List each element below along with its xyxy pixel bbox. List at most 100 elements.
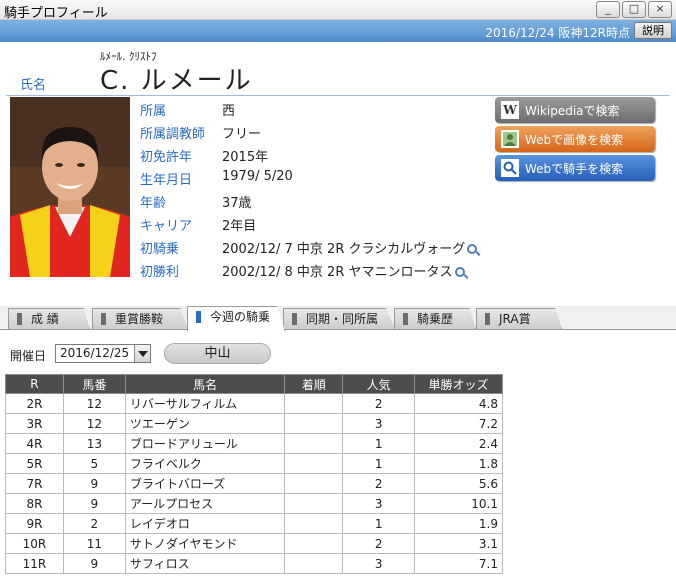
col-finish[interactable]: 着順 (284, 374, 344, 394)
field-value: 37歳 (222, 196, 252, 211)
cell-finish (284, 413, 344, 434)
cell-finish (284, 493, 344, 514)
cell-race: 9R (5, 513, 64, 534)
close-button[interactable]: × (648, 1, 672, 18)
help-button[interactable]: 説明 (634, 22, 672, 39)
cell-finish (284, 433, 344, 454)
wikipedia-search-button[interactable]: W Wikipediaで検索 (495, 97, 655, 123)
date-select[interactable]: 2016/12/25 (55, 344, 151, 363)
wikipedia-search-label: Wikipediaで検索 (525, 103, 620, 118)
cell-race: 4R (5, 433, 64, 454)
tab-ride-history[interactable]: 騎乗歴 (394, 308, 476, 329)
cell-horse-number: 9 (62, 553, 126, 574)
magnifier-icon (501, 159, 519, 177)
tab-jra-award[interactable]: JRA賞 (476, 308, 562, 329)
table-row[interactable]: 2R 12 リバーサルフィルム 2 4.8 (5, 393, 503, 414)
jockey-search-label: Webで騎手を検索 (525, 161, 624, 176)
field-key: 初騎乗 (140, 242, 180, 257)
maximize-button[interactable]: □ (622, 1, 646, 18)
cell-win-odds: 7.2 (414, 413, 503, 434)
cell-horse-name: ブロードアリュール (124, 433, 286, 454)
cell-race: 3R (5, 413, 64, 434)
venue-label[interactable]: 中山 (164, 343, 271, 364)
search-icon[interactable] (467, 244, 478, 254)
table-row[interactable]: 8R 9 アールプロセス 3 10.1 (5, 493, 503, 514)
cell-horse-name: ツエーゲン (124, 413, 286, 434)
table-row[interactable]: 11R 9 サフィロス 3 7.1 (5, 553, 503, 574)
field-key: キャリア (140, 219, 193, 234)
table-row[interactable]: 9R 2 レイデオロ 1 1.9 (5, 513, 503, 534)
col-popularity[interactable]: 人気 (342, 374, 416, 394)
cell-finish (284, 453, 344, 474)
chevron-down-icon[interactable] (134, 345, 150, 362)
field-value: 2002/12/ 8 中京 2R ヤマニンロータス (222, 261, 465, 280)
cell-horse-name: リバーサルフィルム (124, 393, 286, 414)
cell-win-odds: 1.8 (414, 453, 503, 474)
cell-popularity: 3 (342, 493, 416, 514)
tab-marker (101, 313, 106, 325)
cell-finish (284, 553, 344, 574)
date-select-value: 2016/12/25 (60, 346, 130, 360)
cell-win-odds: 3.1 (414, 533, 503, 554)
first-win-text: 2002/12/ 8 中京 2R ヤマニンロータス (222, 265, 453, 280)
image-search-button[interactable]: Webで画像を検索 (495, 126, 655, 152)
cell-popularity: 3 (342, 413, 416, 434)
cell-horse-name: ブライトバローズ (124, 473, 286, 494)
jockey-photo (10, 97, 130, 277)
tab-this-week[interactable]: 今週の騎乗 (187, 306, 285, 331)
cell-horse-number: 13 (62, 433, 126, 454)
this-week-panel: 開催日 2016/12/25 中山 R 馬番 馬名 着順 人気 単勝オッズ 2R… (0, 330, 676, 588)
name-label: 氏名 (20, 78, 47, 93)
tab-results[interactable]: 成 績 (8, 308, 90, 329)
table-row[interactable]: 10R 11 サトノダイヤモンド 2 3.1 (5, 533, 503, 554)
cell-horse-number: 9 (62, 473, 126, 494)
timestamp-label: 2016/12/24 阪神12R時点 (485, 26, 630, 40)
field-value: 2002/12/ 7 中京 2R クラシカルヴォーグ (222, 238, 478, 257)
tab-peers[interactable]: 同期・同所属 (283, 308, 395, 329)
cell-horse-number: 9 (62, 493, 126, 514)
tab-graded-wins[interactable]: 重賞勝鞍 (92, 308, 188, 329)
cell-popularity: 1 (342, 453, 416, 474)
cell-finish (284, 393, 344, 414)
field-value: フリー (222, 127, 262, 142)
minimize-button[interactable]: _ (596, 1, 620, 18)
jockey-search-button[interactable]: Webで騎手を検索 (495, 155, 655, 181)
tab-marker (403, 313, 408, 325)
tab-bar: 成 績 重賞勝鞍 今週の騎乗 同期・同所属 騎乗歴 JRA賞 (0, 306, 676, 331)
cell-horse-number: 2 (62, 513, 126, 534)
tab-label: 重賞勝鞍 (115, 312, 164, 326)
tab-marker (17, 313, 22, 325)
table-row[interactable]: 5R 5 フライベルク 1 1.8 (5, 453, 503, 474)
tab-label: 同期・同所属 (306, 312, 379, 326)
cell-horse-number: 5 (62, 453, 126, 474)
search-icon[interactable] (454, 267, 465, 277)
cell-horse-name: サフィロス (124, 553, 286, 574)
cell-race: 7R (5, 473, 64, 494)
cell-win-odds: 7.1 (414, 553, 503, 574)
table-row[interactable]: 4R 13 ブロードアリュール 1 2.4 (5, 433, 503, 454)
cell-race: 8R (5, 493, 64, 514)
cell-horse-name: アールプロセス (124, 493, 286, 514)
tab-marker (196, 311, 201, 323)
jockey-name: C. ルメール (100, 66, 253, 96)
col-horse-name[interactable]: 馬名 (124, 374, 286, 394)
cell-popularity: 2 (342, 393, 416, 414)
col-horse-number[interactable]: 馬番 (62, 374, 126, 394)
cell-race: 2R (5, 393, 64, 414)
date-label: 開催日 (10, 349, 47, 363)
cell-horse-name: フライベルク (124, 453, 286, 474)
wikipedia-icon: W (501, 101, 519, 119)
col-race[interactable]: R (5, 374, 64, 394)
info-strip: 2016/12/24 阪神12R時点 説明 (0, 20, 676, 42)
table-row[interactable]: 7R 9 ブライトバローズ 2 5.6 (5, 473, 503, 494)
cell-win-odds: 1.9 (414, 513, 503, 534)
field-key: 所属 (140, 104, 167, 119)
table-row[interactable]: 3R 12 ツエーゲン 3 7.2 (5, 413, 503, 434)
field-value: 1979/ 5/20 (222, 169, 293, 184)
tab-label: JRA賞 (499, 312, 531, 326)
cell-popularity: 2 (342, 533, 416, 554)
col-win-odds[interactable]: 単勝オッズ (414, 374, 503, 394)
cell-finish (284, 473, 344, 494)
tab-label: 騎乗歴 (417, 312, 454, 326)
cell-horse-name: サトノダイヤモンド (124, 533, 286, 554)
